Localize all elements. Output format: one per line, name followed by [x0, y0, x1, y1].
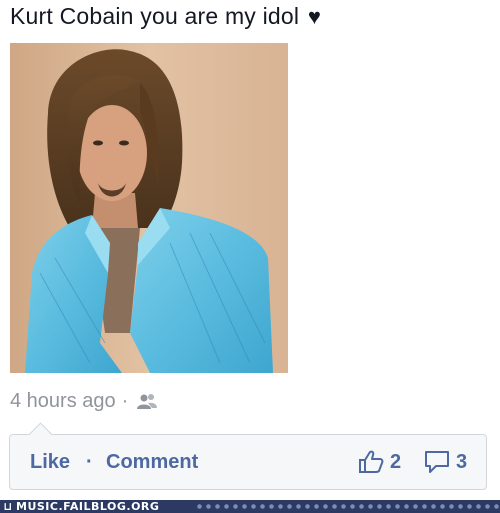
like-button[interactable]: Like [30, 451, 70, 474]
meta-separator: · [121, 390, 129, 412]
bar-notch [28, 422, 53, 447]
post-photo[interactable] [10, 43, 288, 373]
post-message: Kurt Cobain you are my idol [10, 3, 300, 29]
thumbs-up-icon [359, 450, 384, 473]
actions-bar: Like · Comment 2 3 [9, 422, 487, 490]
comment-count-button[interactable]: 3 [424, 450, 467, 474]
comment-bubble-icon [425, 451, 449, 473]
watermark-text: MUSIC.FAILBLOG.ORG [16, 500, 160, 513]
comment-button[interactable]: Comment [106, 451, 198, 474]
post-meta: 4 hours ago · [10, 390, 158, 413]
post-text: Kurt Cobain you are my idol ♥ [10, 3, 321, 30]
watermark: ⊔ MUSIC.FAILBLOG.ORG [0, 500, 500, 513]
comment-count: 3 [456, 450, 468, 473]
heart-icon: ♥ [307, 4, 322, 29]
like-count: 2 [390, 450, 402, 473]
failblog-logo-icon: ⊔ [3, 500, 13, 513]
actions-separator: · [86, 451, 93, 473]
timestamp[interactable]: 4 hours ago [10, 390, 116, 413]
friends-icon[interactable] [136, 392, 158, 412]
watermark-pattern [195, 500, 500, 513]
like-count-button[interactable]: 2 [358, 450, 401, 474]
